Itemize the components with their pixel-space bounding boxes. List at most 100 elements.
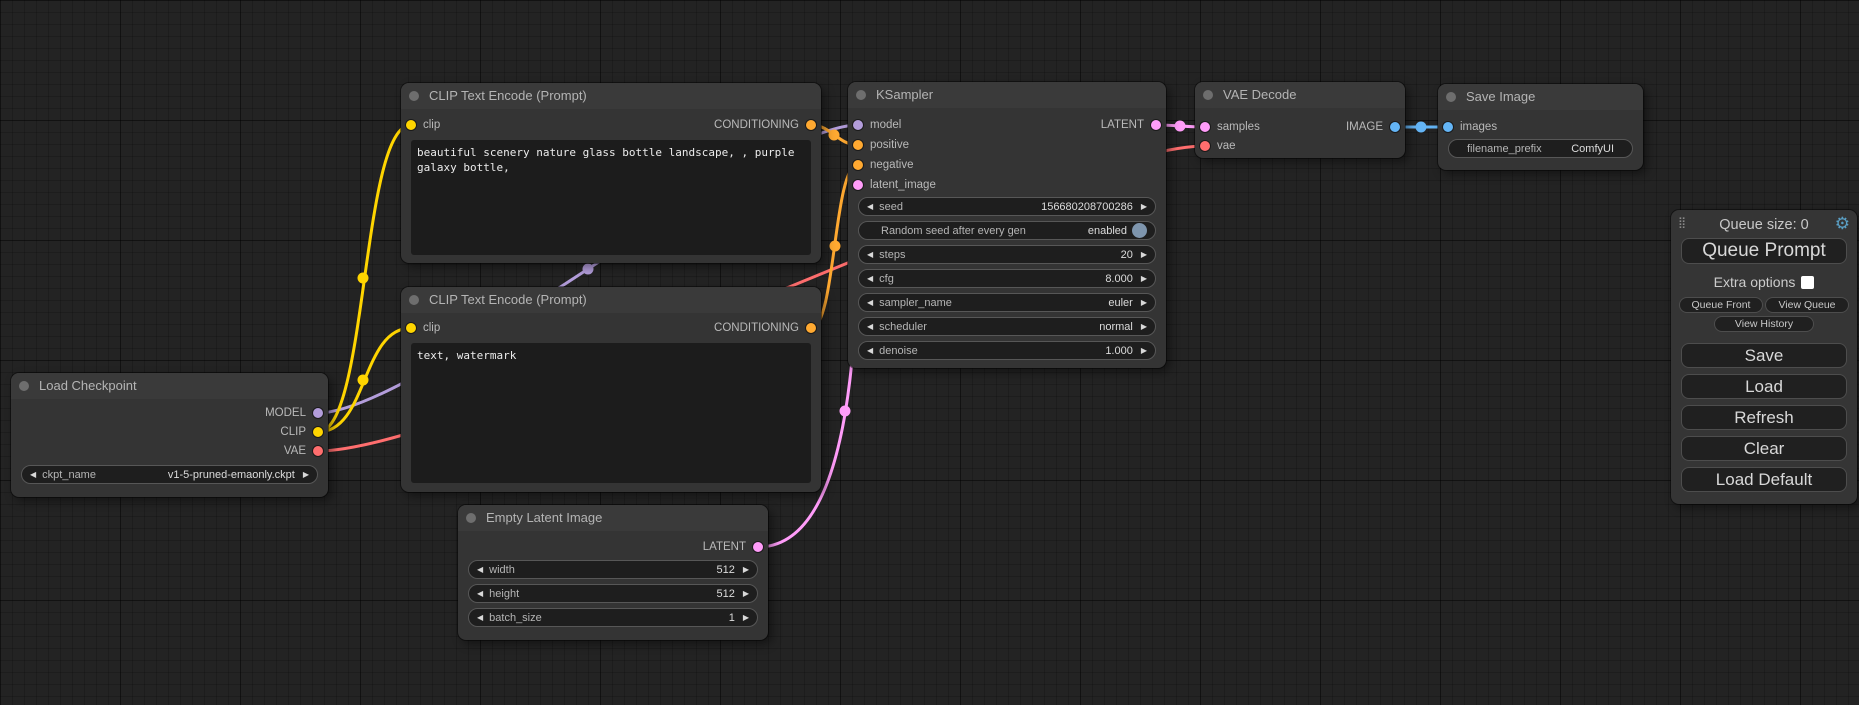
input-samples: samples <box>1195 118 1260 136</box>
collapse-dot-icon[interactable] <box>1446 92 1456 102</box>
node-title-bar[interactable]: Save Image <box>1438 84 1643 110</box>
next-value-arrow-icon[interactable]: ▶ <box>743 608 749 627</box>
model-input-port[interactable] <box>853 120 863 130</box>
conditioning-output-port[interactable] <box>806 120 816 130</box>
collapse-dot-icon[interactable] <box>466 513 476 523</box>
node-save-image[interactable]: Save Image images filename_prefix ComfyU… <box>1438 84 1643 170</box>
vae-input-port[interactable] <box>1200 141 1210 151</box>
node-ksampler[interactable]: KSampler model LATENT positive negative … <box>848 82 1166 368</box>
image-output-port[interactable] <box>1390 122 1400 132</box>
node-title-bar[interactable]: CLIP Text Encode (Prompt) <box>401 287 821 313</box>
collapse-dot-icon[interactable] <box>19 381 29 391</box>
samples-input-port[interactable] <box>1200 122 1210 132</box>
node-title-bar[interactable]: Load Checkpoint <box>11 373 328 399</box>
queue-prompt-button[interactable]: Queue Prompt <box>1681 238 1847 264</box>
toggle-on-icon[interactable] <box>1132 223 1147 238</box>
prev-value-arrow-icon[interactable]: ◀ <box>867 317 873 336</box>
batch-size-widget[interactable]: ◀ batch_size 1 ▶ <box>468 608 758 627</box>
prev-value-arrow-icon[interactable]: ◀ <box>867 293 873 312</box>
link-clip-negative-midpoint-dot <box>358 375 369 386</box>
prev-value-arrow-icon[interactable]: ◀ <box>477 560 483 579</box>
input-model: model <box>848 116 901 134</box>
node-title: Empty Latent Image <box>486 510 602 525</box>
node-empty-latent-image[interactable]: Empty Latent Image LATENT ◀ width 512 ▶ … <box>458 505 768 640</box>
clear-button[interactable]: Clear <box>1681 436 1847 461</box>
node-vae-decode[interactable]: VAE Decode samples IMAGE vae <box>1195 82 1405 158</box>
collapse-dot-icon[interactable] <box>409 295 419 305</box>
collapse-dot-icon[interactable] <box>409 91 419 101</box>
output-latent: LATENT <box>1101 116 1166 134</box>
prev-value-arrow-icon[interactable]: ◀ <box>477 608 483 627</box>
output-conditioning: CONDITIONING <box>714 116 821 134</box>
collapse-dot-icon[interactable] <box>856 90 866 100</box>
node-title-bar[interactable]: VAE Decode <box>1195 82 1405 108</box>
next-value-arrow-icon[interactable]: ▶ <box>1141 293 1147 312</box>
cfg-widget[interactable]: ◀ cfg 8.000 ▶ <box>858 269 1156 288</box>
node-title: CLIP Text Encode (Prompt) <box>429 292 587 307</box>
vae-output-port[interactable] <box>313 446 323 456</box>
negative-input-port[interactable] <box>853 160 863 170</box>
extra-options-checkbox[interactable] <box>1801 276 1814 289</box>
node-clip-text-encode-negative[interactable]: CLIP Text Encode (Prompt) clip CONDITION… <box>401 287 821 492</box>
ckpt-name-widget[interactable]: ◀ ckpt_name v1-5-pruned-emaonly.ckpt ▶ <box>21 465 318 484</box>
scheduler-widget[interactable]: ◀ scheduler normal ▶ <box>858 317 1156 336</box>
output-latent: LATENT <box>703 538 768 556</box>
next-value-arrow-icon[interactable]: ▶ <box>1141 317 1147 336</box>
steps-widget[interactable]: ◀ steps 20 ▶ <box>858 245 1156 264</box>
link-image-midpoint-dot <box>1416 122 1427 133</box>
view-history-button[interactable]: View History <box>1714 316 1814 332</box>
clip-input-port[interactable] <box>406 120 416 130</box>
positive-prompt-textarea[interactable]: beautiful scenery nature glass bottle la… <box>411 140 811 255</box>
latent-output-port[interactable] <box>753 542 763 552</box>
images-input-port[interactable] <box>1443 122 1453 132</box>
prev-value-arrow-icon[interactable]: ◀ <box>867 341 873 360</box>
prev-value-arrow-icon[interactable]: ◀ <box>867 245 873 264</box>
next-value-arrow-icon[interactable]: ▶ <box>1141 269 1147 288</box>
node-title: Save Image <box>1466 89 1535 104</box>
width-widget[interactable]: ◀ width 512 ▶ <box>468 560 758 579</box>
next-value-arrow-icon[interactable]: ▶ <box>743 560 749 579</box>
collapse-dot-icon[interactable] <box>1203 90 1213 100</box>
refresh-button[interactable]: Refresh <box>1681 405 1847 430</box>
node-clip-text-encode-positive[interactable]: CLIP Text Encode (Prompt) clip CONDITION… <box>401 83 821 263</box>
link-positive-cond-midpoint-dot <box>829 130 840 141</box>
clip-output-port[interactable] <box>313 427 323 437</box>
next-value-arrow-icon[interactable]: ▶ <box>1141 245 1147 264</box>
node-title-bar[interactable]: Empty Latent Image <box>458 505 768 531</box>
model-output-port[interactable] <box>313 408 323 418</box>
conditioning-output-port[interactable] <box>806 323 816 333</box>
prev-value-arrow-icon[interactable]: ◀ <box>477 584 483 603</box>
prev-value-arrow-icon[interactable]: ◀ <box>30 465 36 484</box>
node-title-bar[interactable]: KSampler <box>848 82 1166 108</box>
clip-input-port[interactable] <box>406 323 416 333</box>
random-seed-toggle-widget[interactable]: Random seed after every gen enabled <box>858 221 1156 240</box>
denoise-widget[interactable]: ◀ denoise 1.000 ▶ <box>858 341 1156 360</box>
input-clip: clip <box>401 116 440 134</box>
height-widget[interactable]: ◀ height 512 ▶ <box>468 584 758 603</box>
negative-prompt-textarea[interactable]: text, watermark <box>411 343 811 483</box>
prev-value-arrow-icon[interactable]: ◀ <box>867 197 873 216</box>
queue-front-button[interactable]: Queue Front <box>1679 297 1763 313</box>
next-value-arrow-icon[interactable]: ▶ <box>1141 197 1147 216</box>
next-value-arrow-icon[interactable]: ▶ <box>1141 341 1147 360</box>
save-button[interactable]: Save <box>1681 343 1847 368</box>
node-load-checkpoint[interactable]: Load Checkpoint MODEL CLIP VAE ◀ ckpt_na… <box>11 373 328 497</box>
settings-gear-icon[interactable]: ⚙ <box>1835 214 1850 234</box>
node-title-bar[interactable]: CLIP Text Encode (Prompt) <box>401 83 821 109</box>
output-clip: CLIP <box>280 423 328 441</box>
output-image: IMAGE <box>1346 118 1405 136</box>
load-button[interactable]: Load <box>1681 374 1847 399</box>
view-queue-button[interactable]: View Queue <box>1765 297 1849 313</box>
input-clip: clip <box>401 319 440 337</box>
latent-output-port[interactable] <box>1151 120 1161 130</box>
sampler-name-widget[interactable]: ◀ sampler_name euler ▶ <box>858 293 1156 312</box>
next-value-arrow-icon[interactable]: ▶ <box>743 584 749 603</box>
positive-input-port[interactable] <box>853 140 863 150</box>
latent-image-input-port[interactable] <box>853 180 863 190</box>
prev-value-arrow-icon[interactable]: ◀ <box>867 269 873 288</box>
next-value-arrow-icon[interactable]: ▶ <box>303 465 309 484</box>
filename-prefix-widget[interactable]: filename_prefix ComfyUI <box>1448 139 1633 158</box>
seed-widget[interactable]: ◀ seed 156680208700286 ▶ <box>858 197 1156 216</box>
extra-options-row: Extra options <box>1671 274 1857 290</box>
load-default-button[interactable]: Load Default <box>1681 467 1847 492</box>
